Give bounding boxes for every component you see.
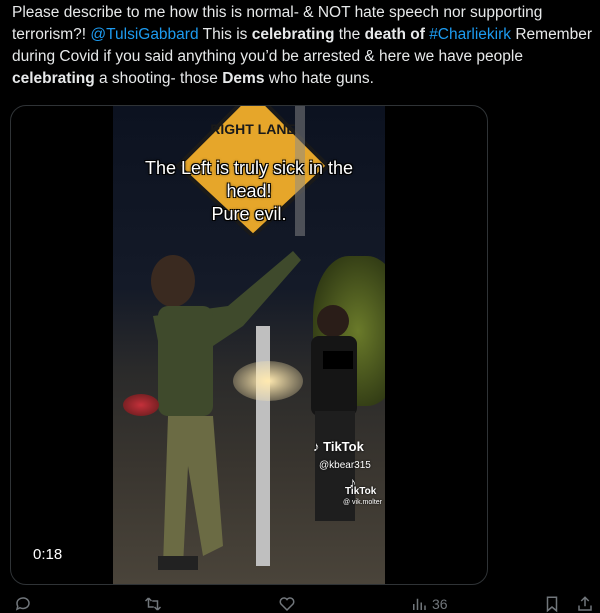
sign-text: RIGHT LANE (210, 121, 296, 137)
video-frame[interactable]: RIGHT LANE The Left is truly sick in the… (113, 106, 385, 584)
caption-line-2: head! (226, 181, 272, 201)
views-count: 36 (432, 595, 448, 612)
share-icon (578, 595, 592, 611)
tiktok-label: TikTok (323, 439, 364, 454)
tweet-link[interactable]: @TulsiGabbard (90, 26, 198, 43)
reply-icon (15, 596, 30, 611)
bookmark-button[interactable] (543, 594, 561, 613)
caption-line-3: Pure evil. (211, 204, 287, 224)
video-player[interactable]: RIGHT LANE The Left is truly sick in the… (10, 105, 488, 585)
tweet-text-segment: celebrating (251, 26, 335, 43)
tiktok-handle-2: @ vik.molter (343, 499, 382, 506)
tiktok-label-2: TikTok (345, 486, 377, 497)
tweet-text-segment: a shooting- those (94, 70, 223, 87)
retweet-button[interactable] (144, 594, 162, 613)
tweet-text-segment: celebrating (12, 70, 95, 87)
tweet-text-segment: death of (364, 26, 425, 43)
tweet-text-segment: who hate guns. (264, 70, 374, 87)
bookmark-icon (546, 596, 558, 612)
video-duration: 0:18 (33, 546, 63, 563)
caption-line-1: The Left is truly sick in the (144, 158, 354, 178)
reply-button[interactable] (14, 594, 32, 613)
tiktok-handle: @kbear315 (319, 460, 371, 471)
action-bar: 36 (0, 592, 600, 613)
flowers (123, 394, 159, 416)
retweet-icon (144, 596, 162, 611)
tweet-link[interactable]: #Charliekirk (429, 26, 511, 43)
tweet-text-segment: Dems (222, 70, 265, 87)
tweet-text-segment: This is (198, 26, 252, 43)
like-button[interactable] (278, 594, 296, 613)
like-icon (279, 596, 295, 611)
share-button[interactable] (576, 594, 594, 613)
views-icon (413, 598, 426, 610)
tiktok-watermark: ♪ TikTok (313, 439, 364, 454)
views-button[interactable]: 36 (410, 594, 448, 613)
tweet-text: Please describe to me how this is normal… (12, 2, 596, 90)
tweet-text-segment: the (334, 26, 365, 43)
tiktok-icon: ♪ (313, 439, 320, 454)
